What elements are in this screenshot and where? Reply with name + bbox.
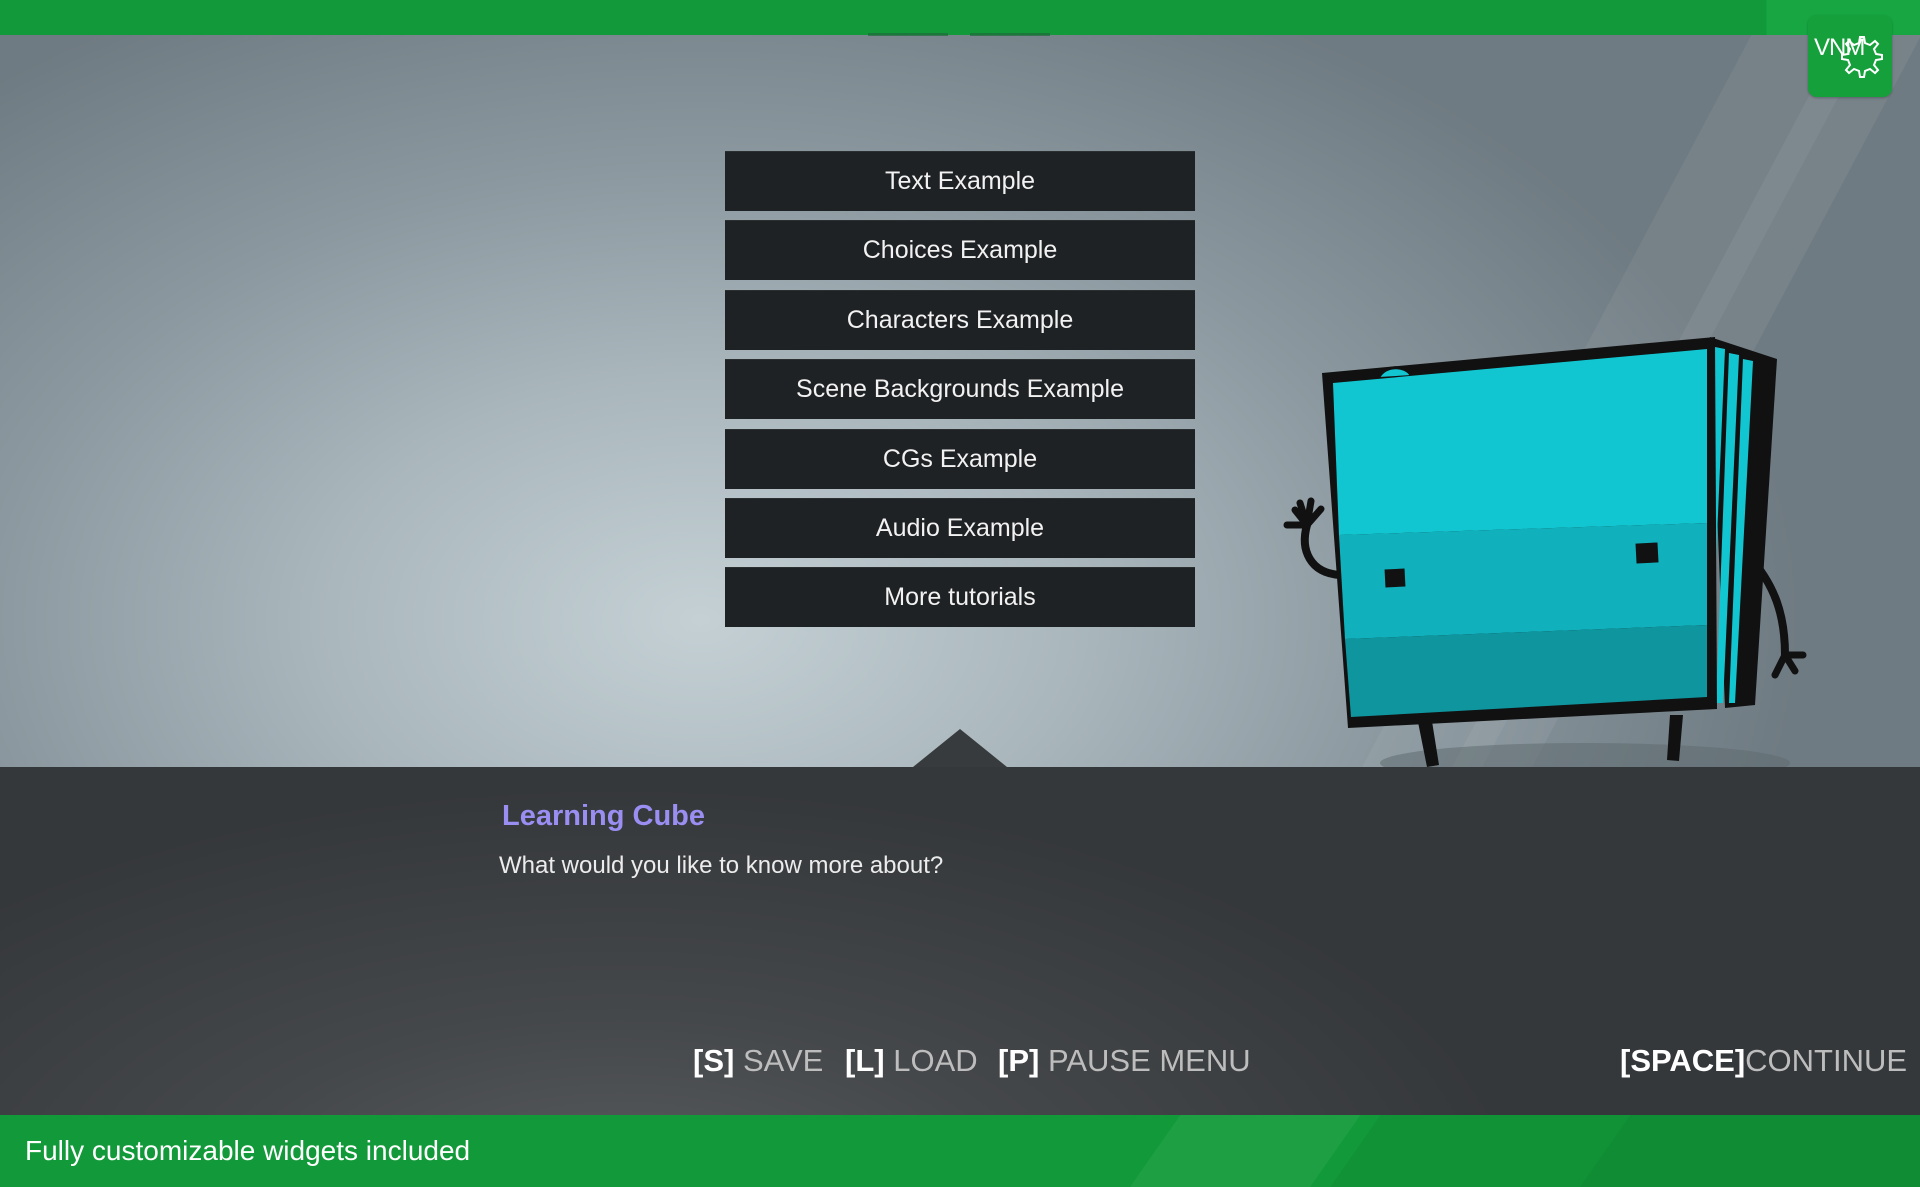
choice-button-scene-backgrounds-example[interactable]: Scene Backgrounds Example	[725, 359, 1195, 420]
pause-hotkey: [P]	[998, 1043, 1040, 1078]
learning-cube-character	[1283, 337, 1807, 783]
logo-text: VNM	[1814, 34, 1865, 61]
continue-hotkey: [SPACE]	[1620, 1043, 1746, 1078]
pause-label: PAUSE MENU	[1047, 1043, 1251, 1078]
continue-button[interactable]: [SPACE]CONTINUE	[1620, 1043, 1907, 1079]
cube-eye	[1384, 568, 1406, 588]
top-bar	[0, 0, 1920, 35]
load-label: LOAD	[893, 1043, 978, 1078]
continue-label: CONTINUE	[1745, 1043, 1908, 1078]
speaker-name: Learning Cube	[502, 800, 706, 832]
dialog-text: What would you like to know more about?	[499, 852, 944, 879]
choice-button-choices-example[interactable]: Choices Example	[725, 220, 1195, 281]
save-label: SAVE	[742, 1043, 824, 1078]
cube-eye	[1635, 542, 1659, 564]
bottom-banner: Fully customizable widgets included	[0, 1115, 1920, 1187]
choice-button-cgs-example[interactable]: CGs Example	[725, 428, 1195, 489]
save-hotkey: [S]	[693, 1043, 735, 1078]
save-button[interactable]: [S] SAVE	[693, 1043, 823, 1079]
choice-button-more-tutorials[interactable]: More tutorials	[725, 567, 1195, 628]
top-bar-indicator	[868, 33, 1050, 36]
banner-stripe	[1330, 1115, 1631, 1187]
load-button[interactable]: [L] LOAD	[845, 1043, 978, 1079]
choice-button-text-example[interactable]: Text Example	[725, 151, 1195, 211]
choice-menu: Text Example Choices Example Characters …	[725, 151, 1195, 637]
pause-menu-button[interactable]: [P] PAUSE MENU	[998, 1043, 1251, 1079]
character-hand	[1283, 497, 1325, 529]
load-hotkey: [L]	[845, 1043, 885, 1078]
dialog-pointer-arrow	[913, 729, 1007, 767]
banner-stripe	[1130, 1115, 1361, 1187]
character-hand	[1771, 651, 1807, 679]
choice-button-characters-example[interactable]: Characters Example	[725, 289, 1195, 350]
choice-button-audio-example[interactable]: Audio Example	[725, 497, 1195, 558]
banner-caption: Fully customizable widgets included	[25, 1135, 471, 1166]
game-scene: VNM Text Example Choices Example Charact…	[0, 0, 1920, 1187]
banner-stripe	[1580, 1115, 1920, 1187]
vnm-logo-button[interactable]: VNM	[1808, 15, 1892, 97]
